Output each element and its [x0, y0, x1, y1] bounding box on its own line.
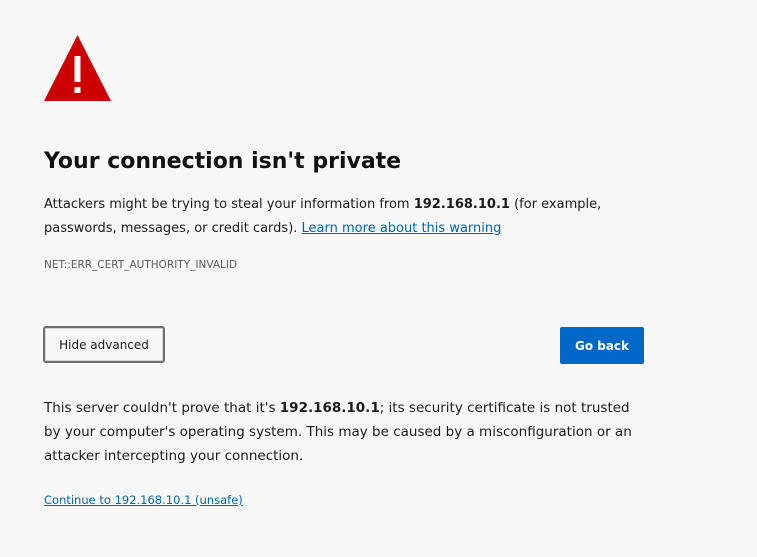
advanced-details: This server couldn't prove that it's 192… — [44, 396, 644, 468]
proceed-unsafe-link[interactable]: Continue to 192.168.10.1 (unsafe) — [44, 493, 243, 507]
proceed-paragraph: Continue to 192.168.10.1 (unsafe) — [44, 491, 243, 509]
details-text: This server couldn't prove that it's — [44, 400, 280, 416]
go-back-button[interactable]: Go back — [560, 327, 644, 364]
details-host-name: 192.168.10.1 — [279, 400, 380, 416]
interstitial-page: Your connection isn't private Attackers … — [0, 0, 757, 557]
warning-description: Attackers might be trying to steal your … — [44, 193, 664, 241]
learn-more-link[interactable]: Learn more about this warning — [302, 221, 502, 236]
warning-icon — [44, 35, 111, 101]
hide-advanced-button[interactable]: Hide advanced — [43, 326, 165, 363]
page-title: Your connection isn't private — [44, 149, 402, 174]
description-text: Attackers might be trying to steal your … — [44, 197, 414, 212]
error-code: NET::ERR_CERT_AUTHORITY_INVALID — [44, 259, 238, 271]
host-name: 192.168.10.1 — [413, 197, 510, 212]
